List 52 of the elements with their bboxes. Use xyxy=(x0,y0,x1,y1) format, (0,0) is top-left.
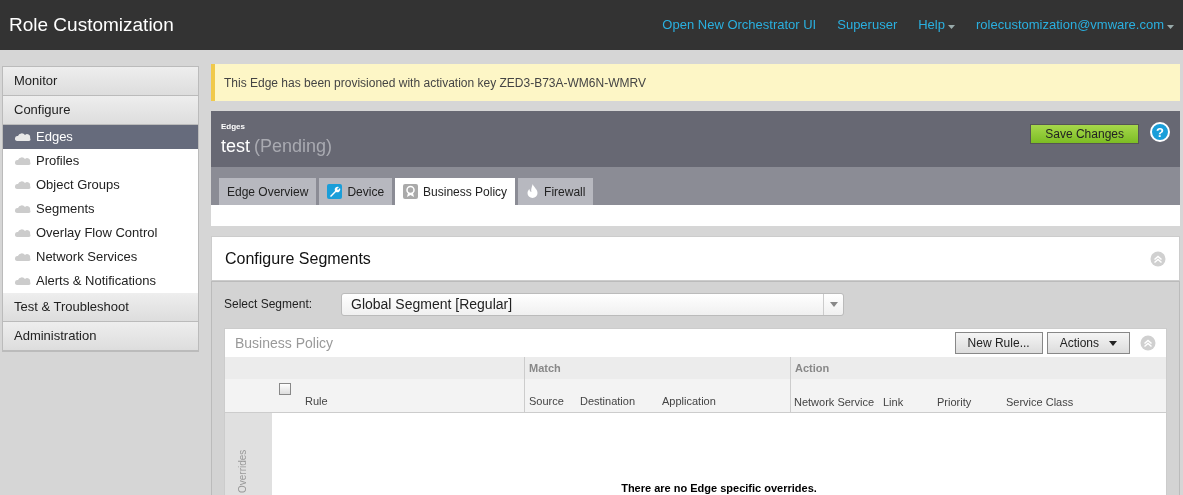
row-group-label: Overrides xyxy=(236,449,249,493)
cloud-icon xyxy=(15,133,31,141)
collapse-icon[interactable] xyxy=(1150,250,1166,267)
tab[interactable]: Business Policy xyxy=(395,178,516,205)
select-all-checkbox[interactable] xyxy=(279,383,291,395)
column-header: Network Service xyxy=(794,395,876,410)
sidebar-section[interactable]: Administration xyxy=(3,322,198,351)
cloud-icon xyxy=(15,229,31,237)
sidebar-section[interactable]: Configure xyxy=(3,96,198,125)
header-link[interactable]: rolecustomization@vmware.com xyxy=(975,15,1174,35)
select-label: Select Segment: xyxy=(224,296,314,313)
breadcrumb-link[interactable]: Edges xyxy=(221,121,245,133)
column-header: Service Class xyxy=(1006,395,1075,410)
edge-name: test xyxy=(221,135,250,158)
column-header: Destination xyxy=(580,393,637,409)
cloud-icon xyxy=(15,181,31,189)
cloud-icon xyxy=(15,205,31,213)
cloud-icon xyxy=(15,253,31,261)
tab[interactable]: Device xyxy=(319,178,393,205)
flame-icon xyxy=(526,184,540,199)
column-header: Application xyxy=(662,393,717,409)
column-header: Source xyxy=(529,393,565,409)
sidebar-item[interactable]: Edges xyxy=(3,125,198,149)
panel-title: Business Policy xyxy=(235,333,335,353)
notice-banner: This Edge has been provisioned with activation key ZED3-B73A-WM6N-WMRV xyxy=(211,64,1180,101)
save-button[interactable]: Save Changes xyxy=(1030,124,1139,144)
column-header: Priority xyxy=(937,395,973,410)
empty-message: There are no Edge specific overrides. xyxy=(621,480,817,495)
collapse-icon[interactable] xyxy=(1140,335,1156,351)
header-link[interactable]: Open New Orchestrator UI xyxy=(662,15,817,35)
section-title: Configure Segments xyxy=(225,248,372,269)
tab[interactable]: Firewall xyxy=(518,178,594,205)
wrench-icon xyxy=(327,184,343,199)
column-header: Link xyxy=(883,395,905,410)
caret-icon xyxy=(1109,340,1117,346)
new-rule-button[interactable]: New Rule... xyxy=(954,332,1043,354)
tab[interactable]: Edge Overview xyxy=(219,178,317,205)
caret-icon xyxy=(1167,25,1174,29)
header-link[interactable]: Superuser xyxy=(837,15,898,35)
ribbon-badge-icon xyxy=(403,184,419,199)
cloud-icon xyxy=(15,157,31,165)
segment-dropdown[interactable]: Global Segment [Regular] xyxy=(341,292,844,316)
caret-icon xyxy=(947,25,955,29)
column-header: Rule xyxy=(305,393,328,409)
actions-button[interactable]: Actions xyxy=(1046,332,1130,354)
header-link[interactable]: Help xyxy=(918,15,955,35)
app-title: Role Customization xyxy=(9,12,175,37)
caret-icon xyxy=(829,301,838,307)
sidebar-section[interactable]: Monitor xyxy=(3,67,198,96)
edge-status: (Pending) xyxy=(254,135,333,158)
cloud-icon xyxy=(15,277,31,285)
sidebar-section[interactable]: Test & Troubleshoot xyxy=(3,293,198,322)
